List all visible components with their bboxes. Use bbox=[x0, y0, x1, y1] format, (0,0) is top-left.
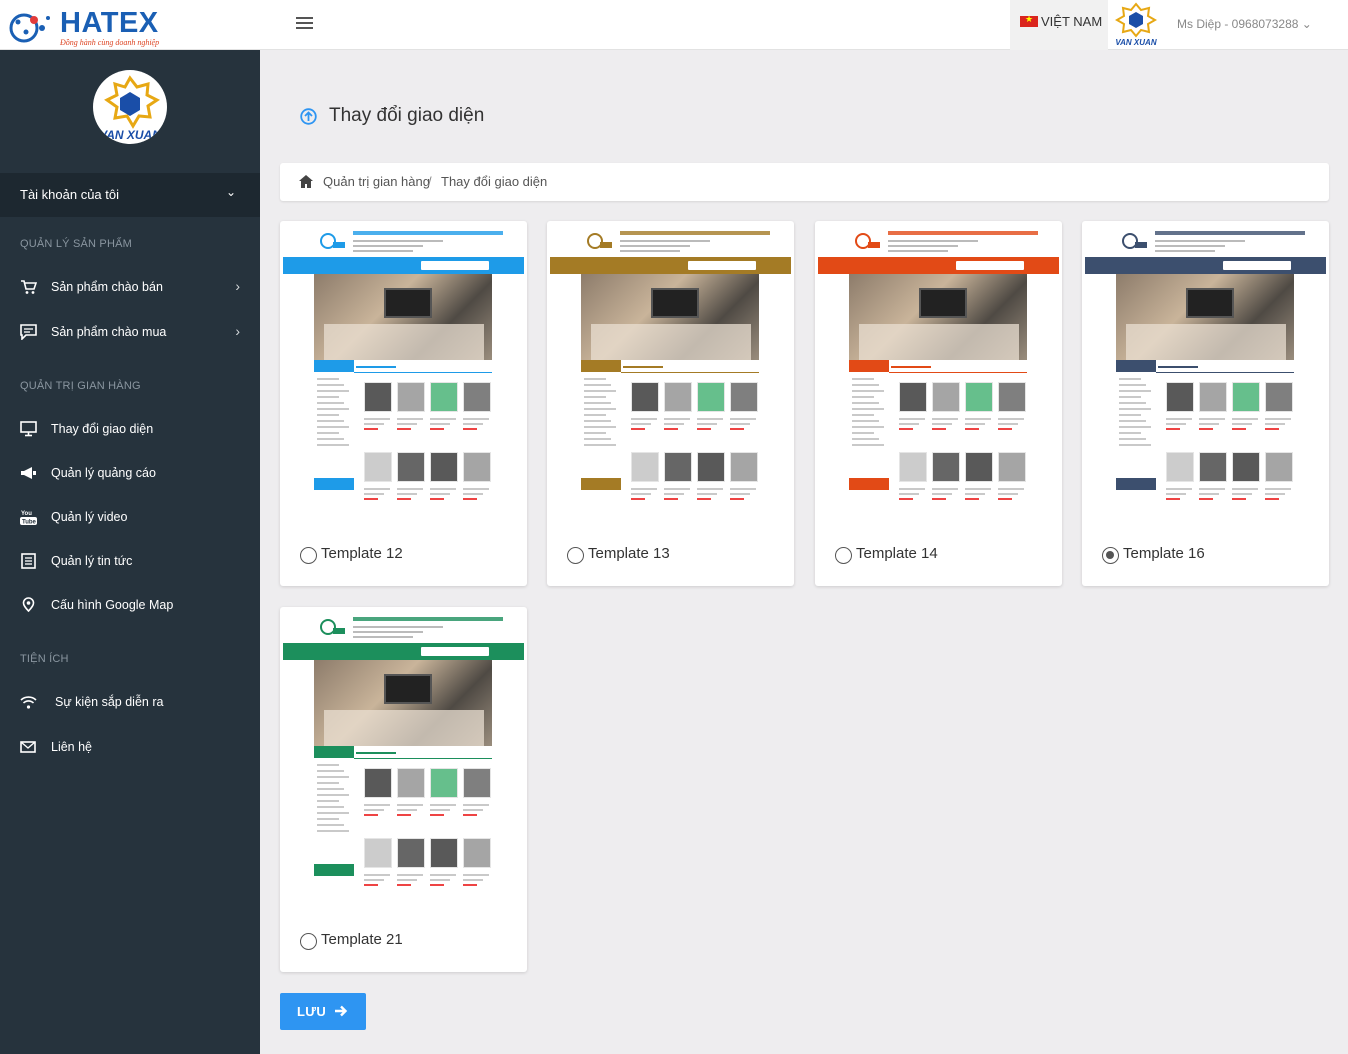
section-utilities: TIỆN ÍCH bbox=[20, 653, 69, 665]
vietnam-flag-icon bbox=[1020, 14, 1038, 27]
sidebar-item-change-theme[interactable]: Thay đổi giao diện bbox=[0, 411, 260, 447]
template-radio[interactable] bbox=[1102, 547, 1119, 564]
template-radio[interactable] bbox=[835, 547, 852, 564]
user-menu[interactable]: Ms Diệp - 0968073288 ⌄ bbox=[1177, 17, 1312, 31]
wifi-icon bbox=[20, 696, 37, 709]
van-xuan-emblem-icon bbox=[1114, 2, 1158, 38]
language-selector[interactable]: VIỆT NAM bbox=[1010, 0, 1108, 50]
chevron-down-icon: ⌄ bbox=[225, 185, 236, 199]
megaphone-icon bbox=[21, 467, 36, 479]
news-icon bbox=[21, 553, 36, 569]
template-label: Template 14 bbox=[856, 545, 938, 562]
chevron-right-icon: › bbox=[235, 278, 240, 294]
section-products: QUẢN LÝ SẢN PHẨM bbox=[20, 238, 133, 250]
page-title-text: Thay đổi giao diện bbox=[329, 105, 485, 126]
logo-tagline: Đồng hành cùng doanh nghiệp bbox=[60, 38, 160, 47]
template-card[interactable]: Template 21 bbox=[280, 607, 527, 972]
arrow-right-icon bbox=[335, 1005, 348, 1017]
chat-icon bbox=[20, 324, 37, 340]
template-card[interactable]: Template 14 bbox=[815, 221, 1062, 586]
template-label: Template 16 bbox=[1123, 545, 1205, 562]
template-card[interactable]: Template 16 bbox=[1082, 221, 1329, 586]
sidebar-item-label: Sự kiện sắp diễn ra bbox=[55, 695, 164, 709]
sidebar-item-ads[interactable]: Quản lý quảng cáo bbox=[0, 455, 260, 491]
sidebar-item-contact[interactable]: Liên hệ bbox=[0, 729, 260, 765]
sidebar-item-news[interactable]: Quản lý tin tức bbox=[0, 543, 260, 579]
sidebar-item-label: Sản phẩm chào bán bbox=[51, 280, 163, 294]
arrow-up-circle-icon bbox=[300, 108, 317, 125]
sidebar-item-products-to-buy[interactable]: Sản phẩm chào mua › bbox=[0, 314, 260, 350]
sidebar-item-google-map[interactable]: Cấu hình Google Map bbox=[0, 587, 260, 623]
language-label: VIỆT NAM bbox=[1041, 14, 1103, 29]
sidebar-item-videos[interactable]: You Tube Quản lý video bbox=[0, 499, 260, 535]
sidebar-item-label: Sản phẩm chào mua bbox=[51, 325, 167, 339]
brand-text: VAN XUAN bbox=[1115, 38, 1157, 47]
breadcrumb-current: Thay đổi giao diện bbox=[441, 174, 548, 189]
sidebar-item-label: Quản lý video bbox=[51, 510, 128, 524]
envelope-icon bbox=[20, 741, 36, 753]
my-account-menu[interactable]: Tài khoản của tôi ⌄ bbox=[0, 173, 260, 217]
template-preview-image bbox=[550, 224, 791, 524]
template-label: Template 12 bbox=[321, 545, 403, 562]
template-label: Template 21 bbox=[321, 931, 403, 948]
breadcrumb: Quản trị gian hàng / Thay đổi giao diện bbox=[280, 163, 1329, 201]
template-preview-image bbox=[283, 610, 524, 910]
section-store-admin: QUẢN TRỊ GIAN HÀNG bbox=[20, 380, 141, 392]
breadcrumb-parent-link[interactable]: Quản trị gian hàng bbox=[323, 174, 430, 189]
sidebar-item-label: Quản lý tin tức bbox=[51, 554, 133, 568]
sidebar-item-products-for-sale[interactable]: Sản phẩm chào bán › bbox=[0, 269, 260, 305]
sidebar-item-label: Quản lý quảng cáo bbox=[51, 466, 156, 480]
user-label: Ms Diệp - 0968073288 bbox=[1177, 17, 1299, 31]
template-preview-image bbox=[1085, 224, 1326, 524]
template-radio[interactable] bbox=[300, 547, 317, 564]
template-card[interactable]: Template 12 bbox=[280, 221, 527, 586]
sidebar: VAN XUAN Tài khoản của tôi ⌄ QUẢN LÝ SẢN… bbox=[0, 50, 260, 1054]
monitor-icon bbox=[20, 421, 37, 437]
map-pin-icon bbox=[22, 597, 35, 613]
logo-text: HATEX bbox=[60, 7, 159, 39]
youtube-icon: You Tube bbox=[20, 511, 37, 526]
template-preview-image bbox=[818, 224, 1059, 524]
my-account-label: Tài khoản của tôi bbox=[20, 187, 120, 202]
home-icon[interactable] bbox=[299, 175, 313, 188]
template-card[interactable]: Template 13 bbox=[547, 221, 794, 586]
hatex-logo[interactable]: HATEX Đồng hành cùng doanh nghiệp bbox=[4, 6, 164, 47]
template-label: Template 13 bbox=[588, 545, 670, 562]
svg-text:Tube: Tube bbox=[22, 520, 37, 526]
avatar: VAN XUAN bbox=[93, 70, 167, 144]
template-radio[interactable] bbox=[300, 933, 317, 950]
sidebar-item-label: Thay đổi giao diện bbox=[51, 422, 154, 436]
avatar-text: VAN XUAN bbox=[99, 128, 161, 142]
chevron-down-icon: ⌄ bbox=[1301, 17, 1312, 31]
save-button-label: LƯU bbox=[297, 1004, 327, 1019]
hatex-logo-mark-icon bbox=[9, 13, 50, 43]
cart-icon bbox=[21, 280, 37, 294]
save-button[interactable]: LƯU bbox=[280, 993, 366, 1030]
breadcrumb-separator: / bbox=[428, 174, 432, 189]
van-xuan-logo: VAN XUAN bbox=[1114, 2, 1158, 48]
svg-text:You: You bbox=[21, 511, 32, 517]
menu-toggle-icon[interactable] bbox=[296, 17, 313, 31]
template-radio[interactable] bbox=[567, 547, 584, 564]
sidebar-item-label: Cấu hình Google Map bbox=[51, 598, 174, 612]
sidebar-item-events[interactable]: Sự kiện sắp diễn ra bbox=[0, 684, 260, 720]
template-preview-image bbox=[283, 224, 524, 524]
chevron-right-icon: › bbox=[235, 323, 240, 339]
sidebar-item-label: Liên hệ bbox=[51, 740, 93, 754]
top-bar: HATEX Đồng hành cùng doanh nghiệp VIỆT N… bbox=[0, 0, 1348, 50]
